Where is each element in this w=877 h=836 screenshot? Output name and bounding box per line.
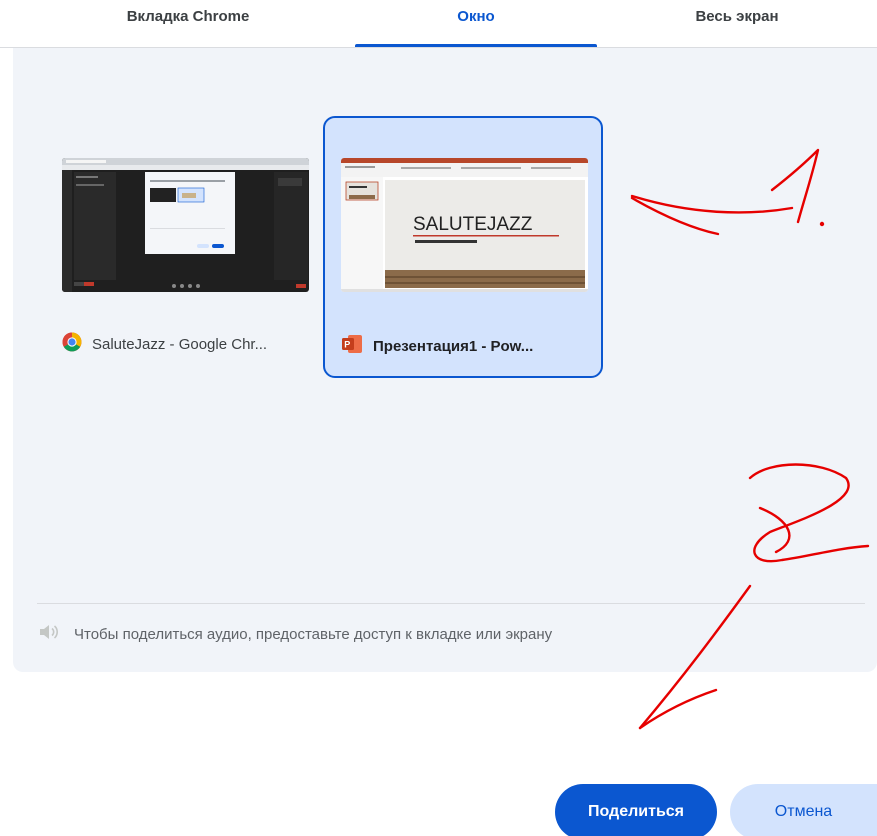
window-thumbnail-chrome — [62, 158, 309, 292]
cancel-button[interactable]: Отмена — [730, 784, 877, 836]
window-card-powerpoint[interactable]: SALUTEJAZZ P Презентация1 - Pow... — [323, 116, 603, 378]
window-thumbnail-powerpoint: SALUTEJAZZ — [341, 158, 588, 292]
window-title-powerpoint: Презентация1 - Pow... — [373, 337, 534, 355]
window-title-chrome: SaluteJazz - Google Chr... — [92, 335, 268, 353]
window-list-panel: SaluteJazz - Google Chr... SALUTEJAZZ P … — [13, 48, 877, 672]
share-screen-dialog: Вкладка Chrome Окно Весь экран SaluteJaz… — [0, 0, 877, 836]
window-label-powerpoint: P Презентация1 - Pow... — [341, 334, 591, 358]
speaker-icon — [38, 623, 60, 645]
source-tabs: Вкладка Chrome Окно Весь экран — [0, 0, 877, 48]
window-card-chrome[interactable]: SaluteJazz - Google Chr... — [48, 116, 328, 378]
tab-window[interactable]: Окно — [355, 0, 597, 40]
panel-divider — [37, 603, 865, 604]
slide-title-text: SALUTEJAZZ — [413, 214, 533, 235]
svg-text:P: P — [344, 340, 350, 350]
audio-hint-text: Чтобы поделиться аудио, предоставьте дос… — [74, 625, 553, 643]
tab-chrome-tab[interactable]: Вкладка Chrome — [88, 0, 288, 40]
window-label-chrome: SaluteJazz - Google Chr... — [62, 332, 312, 356]
tab-entire-screen[interactable]: Весь экран — [637, 0, 837, 40]
share-button[interactable]: Поделиться — [555, 784, 717, 836]
chrome-icon — [62, 332, 82, 356]
powerpoint-icon: P — [341, 334, 363, 358]
audio-hint: Чтобы поделиться аудио, предоставьте дос… — [38, 622, 552, 646]
tab-active-indicator — [355, 44, 597, 47]
